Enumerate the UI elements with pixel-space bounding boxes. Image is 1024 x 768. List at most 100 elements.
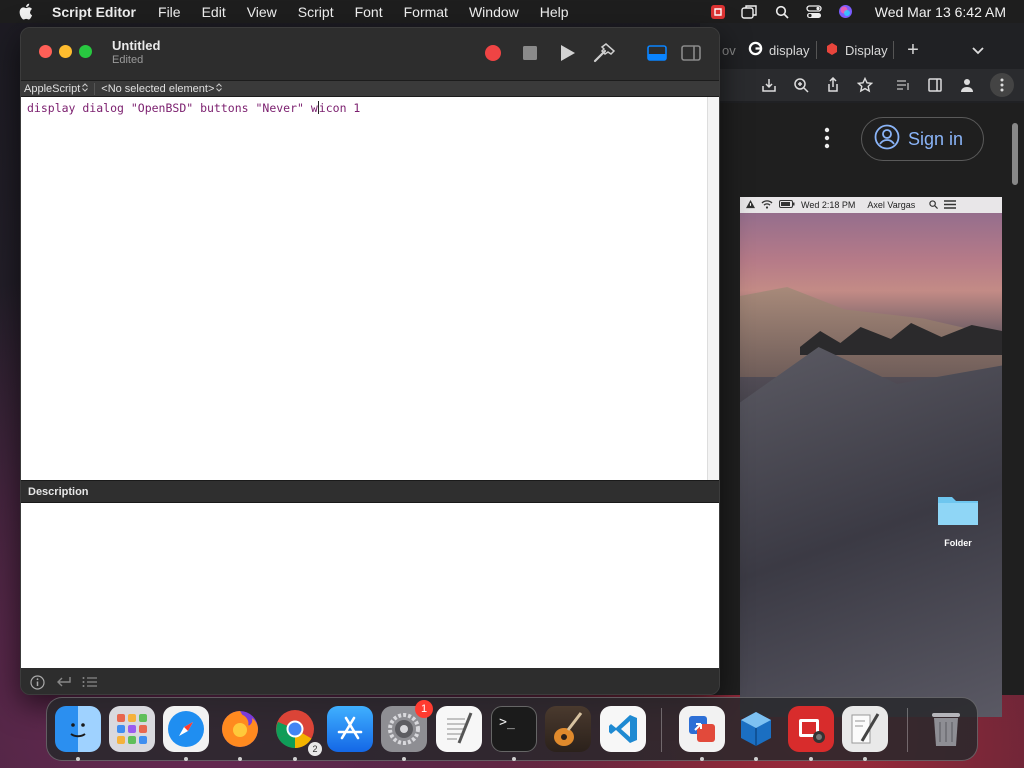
show-sidebar-toggle-icon[interactable]	[680, 42, 702, 64]
tab-label: ov	[722, 42, 736, 58]
chrome-icon[interactable]: 2	[272, 706, 322, 756]
trash-icon[interactable]	[923, 706, 969, 752]
sign-in-button[interactable]: Sign in	[861, 117, 984, 161]
zoom-icon[interactable]	[792, 76, 810, 94]
running-indicator	[700, 757, 704, 761]
settings-update-badge: 1	[415, 700, 433, 718]
more-options-icon[interactable]	[824, 127, 830, 151]
editor-scroll-gutter[interactable]	[707, 97, 719, 480]
menu-app-name[interactable]: Script Editor	[52, 4, 136, 20]
script-editor-icon[interactable]	[842, 706, 888, 752]
folder-icon	[936, 493, 980, 527]
running-indicator	[809, 757, 813, 761]
menu-format[interactable]: Format	[404, 4, 448, 20]
script-editor-window: Untitled Edited AppleScript <No selected…	[20, 27, 720, 695]
menu-bar-status-area: Wed Mar 13 6:42 AM	[709, 0, 1006, 23]
script-code-editor[interactable]: display dialog "OpenBSD" buttons "Never"…	[21, 97, 719, 480]
folder-label: Folder	[944, 538, 972, 548]
zoom-window-button[interactable]	[79, 45, 92, 58]
screen-share-icon[interactable]	[709, 4, 727, 20]
tab-search-button[interactable]	[932, 36, 992, 64]
run-button[interactable]	[556, 42, 578, 64]
dock: 2 1 >_	[46, 697, 978, 761]
description-label: Description	[28, 485, 89, 498]
app-store-icon[interactable]	[327, 706, 373, 752]
terminal-icon[interactable]: >_	[491, 706, 537, 752]
browser-page-content: Sign in Wed 2:18 PM Axel Vargas Folder	[720, 103, 1024, 717]
code-line[interactable]: display dialog "OpenBSD" buttons "Never"…	[27, 101, 360, 115]
tab-favicon-icon	[825, 42, 839, 59]
vm-menu-bar: Wed 2:18 PM Axel Vargas	[740, 197, 1002, 213]
compile-hammer-icon[interactable]	[593, 42, 615, 64]
running-indicator	[863, 757, 867, 761]
menu-script[interactable]: Script	[298, 4, 334, 20]
firefox-icon[interactable]	[217, 706, 263, 752]
new-tab-button[interactable]: +	[894, 36, 932, 64]
running-indicator	[402, 757, 406, 761]
language-popup[interactable]: AppleScript	[24, 82, 89, 95]
side-panel-icon[interactable]	[926, 76, 944, 94]
menu-font[interactable]: Font	[355, 4, 383, 20]
textedit-icon[interactable]	[436, 706, 482, 752]
reply-arrow-icon[interactable]	[55, 674, 71, 690]
page-scrollbar[interactable]	[1012, 123, 1018, 185]
migration-icon[interactable]	[679, 706, 725, 752]
show-log-toggle-icon[interactable]	[646, 42, 668, 64]
menu-window[interactable]: Window	[469, 4, 519, 20]
info-icon[interactable]	[29, 674, 45, 690]
running-indicator	[293, 757, 297, 761]
description-text-area[interactable]	[21, 503, 719, 668]
photo-booth-icon[interactable]	[788, 706, 834, 752]
stop-button[interactable]	[519, 42, 541, 64]
browser-toolbar	[700, 69, 1024, 101]
share-icon[interactable]	[824, 76, 842, 94]
window-title-bar[interactable]: Untitled Edited	[21, 28, 719, 80]
minimize-window-button[interactable]	[59, 45, 72, 58]
code-text-before-caret: display dialog "OpenBSD" buttons "Never"…	[27, 101, 318, 115]
settings-icon[interactable]: 1	[381, 700, 433, 752]
sign-in-label: Sign in	[908, 128, 964, 149]
record-button[interactable]	[482, 42, 504, 64]
menu-view[interactable]: View	[247, 4, 277, 20]
browser-tab-strip: ov display Display +	[700, 35, 1024, 65]
vscode-icon[interactable]	[600, 706, 646, 752]
google-icon	[748, 41, 763, 59]
search-icon[interactable]	[773, 4, 791, 20]
virtualbox-icon[interactable]	[733, 706, 779, 752]
profile-icon[interactable]	[958, 76, 976, 94]
close-window-button[interactable]	[39, 45, 52, 58]
browser-menu-icon[interactable]	[990, 73, 1014, 97]
browser-tab-3[interactable]: Display	[817, 36, 893, 64]
dock-separator	[661, 708, 662, 752]
description-header: Description	[21, 480, 719, 503]
menu-help[interactable]: Help	[540, 4, 569, 20]
browser-tab-2[interactable]: display	[740, 36, 816, 64]
menu-edit[interactable]: Edit	[202, 4, 226, 20]
apple-menu-icon[interactable]	[18, 3, 36, 20]
menu-file[interactable]: File	[158, 4, 181, 20]
list-icon[interactable]	[81, 674, 97, 690]
bookmark-star-icon[interactable]	[856, 76, 874, 94]
element-popup[interactable]: <No selected element>	[101, 82, 223, 95]
wallpaper-cliff	[740, 347, 1002, 717]
install-icon[interactable]	[760, 76, 778, 94]
element-popup-label: <No selected element>	[101, 82, 215, 95]
vm-wifi-icon	[761, 199, 773, 211]
media-controls-icon[interactable]	[894, 76, 912, 94]
safari-icon[interactable]	[163, 706, 209, 752]
terminal-glyph: >_	[499, 714, 515, 730]
control-center-icon[interactable]	[805, 4, 823, 20]
navigation-bar: AppleScript <No selected element>	[21, 80, 719, 97]
siri-icon[interactable]	[837, 4, 855, 20]
window-overlap-icon[interactable]	[741, 4, 759, 20]
garageband-icon[interactable]	[545, 706, 591, 752]
running-indicator	[184, 757, 188, 761]
menu-bar-clock[interactable]: Wed Mar 13 6:42 AM	[875, 4, 1006, 20]
document-title[interactable]: Untitled	[112, 38, 160, 53]
launchpad-icon[interactable]	[109, 706, 155, 752]
code-text-after-caret: icon 1	[318, 101, 361, 115]
language-popup-label: AppleScript	[24, 82, 81, 95]
finder-icon[interactable]	[55, 706, 101, 752]
vm-warning-icon	[746, 199, 755, 211]
vm-clock: Wed 2:18 PM	[801, 200, 856, 210]
